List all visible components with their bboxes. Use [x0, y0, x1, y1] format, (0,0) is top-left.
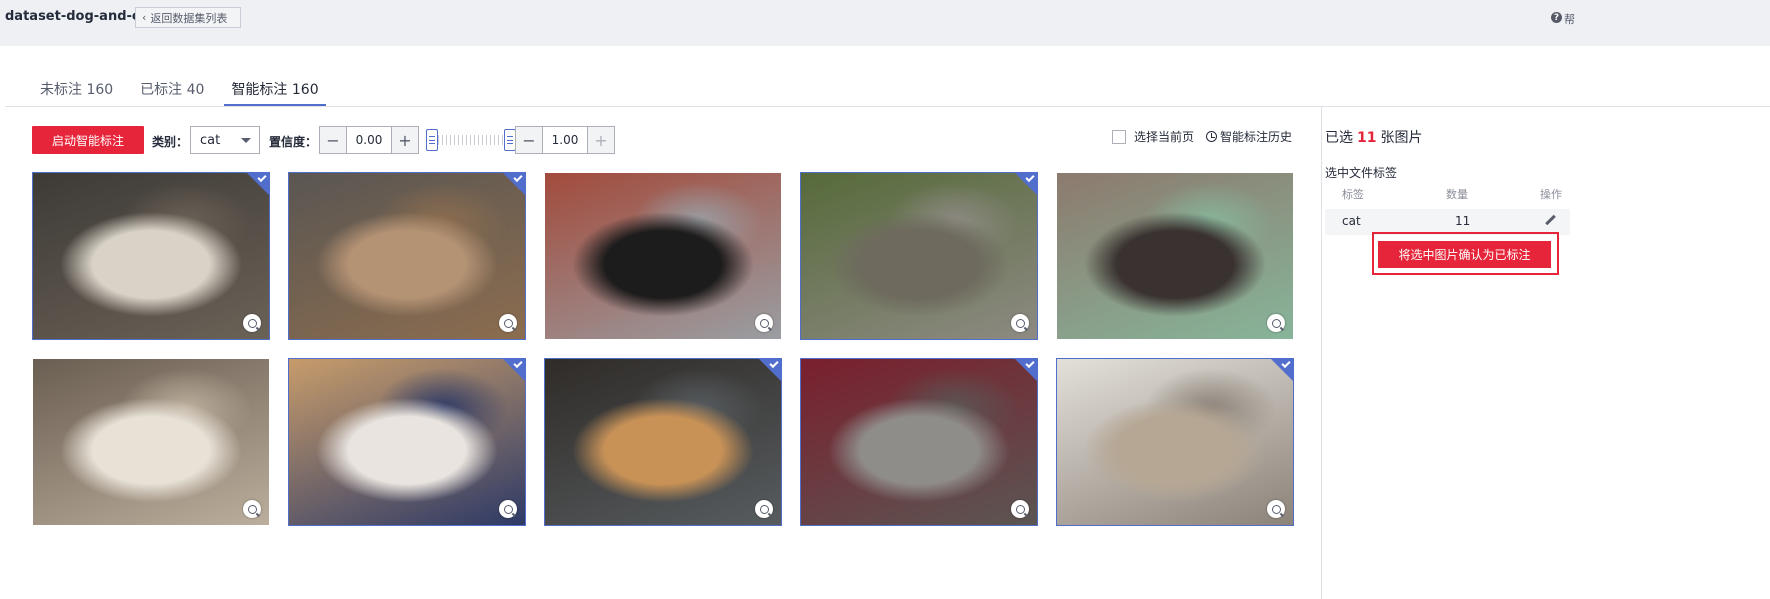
zoom-icon[interactable] [499, 500, 517, 518]
image-card[interactable] [1056, 172, 1294, 340]
zoom-icon[interactable] [1267, 500, 1285, 518]
cat-photo [33, 173, 269, 339]
image-card[interactable] [544, 358, 782, 526]
image-card[interactable] [32, 358, 270, 526]
tab-smart-label[interactable]: 智能标注 160 [224, 79, 326, 106]
confidence-min-stepper: − 0.00 + [319, 126, 419, 154]
select-page-label: 选择当前页 [1134, 130, 1195, 144]
start-smart-label-button[interactable]: 启动智能标注 [32, 126, 144, 154]
selected-suffix: 张图片 [1380, 130, 1423, 146]
cat-photo [801, 173, 1037, 339]
slider-min-handle[interactable] [426, 129, 438, 151]
selected-prefix: 已选 [1325, 130, 1353, 146]
dog-photo [545, 173, 781, 339]
row-tag: cat [1342, 214, 1361, 228]
row-count: 11 [1455, 214, 1471, 228]
edit-icon[interactable] [1545, 214, 1556, 226]
increase-min-button[interactable]: + [392, 127, 418, 153]
decrease-max-button[interactable]: − [516, 127, 542, 153]
select-current-page[interactable]: 选择当前页 [1112, 128, 1194, 145]
smart-label-history-link[interactable]: 智能标注历史 [1206, 128, 1292, 145]
image-card[interactable] [288, 172, 526, 340]
selected-count-summary: 已选 11 张图片 [1325, 127, 1422, 147]
image-card[interactable] [288, 358, 526, 526]
back-to-datasets-button[interactable]: ‹ 返回数据集列表 [135, 7, 241, 28]
increase-max-button[interactable]: + [588, 127, 614, 153]
select-page-checkbox[interactable] [1112, 129, 1126, 144]
tab-unlabeled[interactable]: 未标注 160 [33, 79, 120, 106]
zoom-icon[interactable] [1011, 314, 1029, 332]
cat-photo [545, 359, 781, 525]
slider-track [434, 135, 508, 145]
zoom-icon[interactable] [243, 314, 261, 332]
chevron-left-icon: ‹ [142, 11, 147, 24]
image-card[interactable] [800, 358, 1038, 526]
image-grid [32, 172, 1295, 526]
zoom-icon[interactable] [755, 500, 773, 518]
confidence-range-slider[interactable] [426, 129, 516, 151]
confidence-max-input[interactable]: 1.00 [542, 127, 588, 153]
image-card[interactable] [32, 172, 270, 340]
back-label: 返回数据集列表 [150, 11, 228, 25]
selected-count: 11 [1357, 130, 1377, 146]
help-icon[interactable]: ? [1551, 12, 1562, 23]
zoom-icon[interactable] [1267, 314, 1285, 332]
cat-photo [801, 359, 1037, 525]
history-icon [1206, 131, 1217, 142]
confidence-label: 置信度： [269, 135, 318, 149]
confidence-max-stepper: − 1.00 + [515, 126, 615, 154]
tab-labeled[interactable]: 已标注 40 [133, 79, 211, 106]
category-value: cat [200, 132, 221, 148]
sidebar-divider [1321, 107, 1322, 599]
confirm-labeled-button[interactable]: 将选中图片确认为已标注 [1378, 241, 1551, 268]
image-card[interactable] [544, 172, 782, 340]
caret-down-icon [241, 138, 251, 143]
col-count: 数量 [1446, 188, 1468, 201]
top-bar: dataset-dog-and-cat ‹ 返回数据集列表 ? 帮 [0, 0, 1770, 46]
confirm-highlight: 将选中图片确认为已标注 [1372, 232, 1559, 275]
cat-photo [1057, 359, 1293, 525]
category-label: 类别： [152, 135, 189, 149]
cat-photo [289, 359, 525, 525]
decrease-min-button[interactable]: − [320, 127, 346, 153]
image-card[interactable] [800, 172, 1038, 340]
col-action: 操作 [1540, 188, 1562, 201]
zoom-icon[interactable] [1011, 500, 1029, 518]
history-label: 智能标注历史 [1220, 130, 1293, 144]
cat-photo [33, 359, 269, 525]
person-with-dog-photo [1057, 173, 1293, 339]
image-card[interactable] [1056, 358, 1294, 526]
category-select[interactable]: cat [190, 126, 260, 154]
zoom-icon[interactable] [499, 314, 517, 332]
cat-photo [289, 173, 525, 339]
help-label[interactable]: 帮 [1564, 11, 1575, 27]
zoom-icon[interactable] [755, 314, 773, 332]
dataset-title: dataset-dog-and-cat [5, 9, 155, 24]
tag-table-header: 标签 数量 操作 [1325, 186, 1570, 202]
tab-divider [5, 106, 1770, 107]
col-tag: 标签 [1342, 188, 1364, 201]
label-tabs: 未标注 160 已标注 40 智能标注 160 [33, 79, 339, 106]
confidence-min-input[interactable]: 0.00 [346, 127, 392, 153]
zoom-icon[interactable] [243, 500, 261, 518]
selected-tags-title: 选中文件标签 [1325, 166, 1398, 180]
